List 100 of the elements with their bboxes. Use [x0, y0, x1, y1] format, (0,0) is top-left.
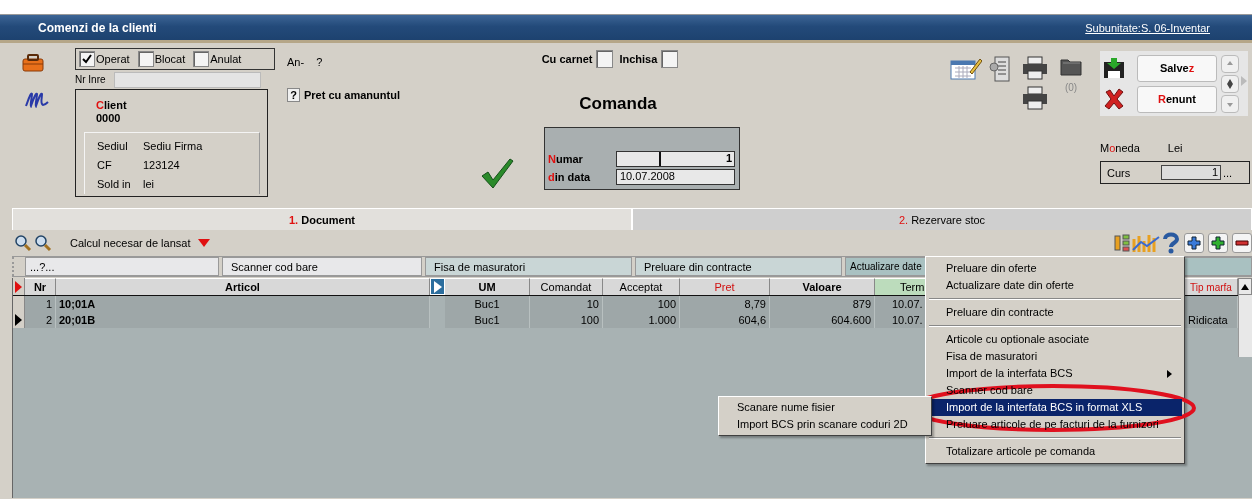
table-cell: 1.000: [603, 312, 680, 328]
column-header[interactable]: Acceptat: [603, 278, 680, 295]
add-button[interactable]: [1184, 233, 1204, 253]
rate-more-button[interactable]: ...: [1223, 166, 1233, 179]
checkbox-label: Operat: [96, 53, 130, 65]
tab[interactable]: 1. Document: [12, 208, 632, 230]
date-field[interactable]: 10.07.2008: [615, 169, 735, 185]
table-cell: 100: [530, 312, 603, 328]
numar-field[interactable]: 1: [615, 151, 735, 167]
tree-icon[interactable]: [1114, 234, 1130, 252]
table-cell: 604.600: [770, 312, 875, 328]
calendar-edit-icon[interactable]: [950, 56, 982, 80]
window-title: Comenzi de la clienti: [38, 20, 157, 35]
column-header[interactable]: Pret: [680, 278, 770, 295]
column-marker-icon[interactable]: [430, 278, 445, 295]
table-cell: 10;01A: [56, 296, 430, 312]
checkbox-label: Blocat: [154, 53, 186, 65]
menu-item[interactable]: Scanare nume fisier: [721, 399, 929, 416]
checkbox[interactable]: [193, 51, 210, 67]
table-cell: 20;01B: [56, 312, 430, 328]
numar-label: Numar: [548, 153, 584, 165]
save-button[interactable]: Salvez: [1137, 54, 1217, 82]
detail-label: Sold in: [97, 177, 132, 190]
client-code: 0000: [96, 112, 122, 124]
table-cell: 10: [530, 296, 603, 312]
toolbox-icon[interactable]: [22, 54, 44, 72]
column-header[interactable]: Valoare: [770, 278, 875, 295]
chart-icon[interactable]: [1132, 233, 1160, 253]
currency-label: Moneda: [1100, 142, 1140, 154]
row-selector[interactable]: [13, 312, 25, 328]
printer-icon[interactable]: [1022, 56, 1048, 80]
column-header[interactable]: Comandat: [530, 278, 603, 295]
price-flag-button[interactable]: ?: [287, 88, 300, 102]
help-icon[interactable]: [1162, 232, 1180, 254]
table-cell: 100: [603, 296, 680, 312]
cross-icon: [1103, 88, 1125, 110]
currency-value: Lei: [1167, 142, 1183, 154]
rate-field[interactable]: 1: [1161, 165, 1221, 180]
table-cell: 2: [25, 312, 56, 328]
plus-icon: [1187, 236, 1201, 250]
menu-item[interactable]: Fisa de masuratori: [928, 348, 1182, 365]
calc-dropdown-label[interactable]: Calcul necesar de lansat: [70, 237, 191, 249]
up-arrow-icon: [1241, 283, 1249, 290]
column-header[interactable]: UM: [445, 278, 530, 295]
checkbox[interactable]: [79, 51, 95, 67]
table-cell: Ridicata: [1185, 312, 1238, 328]
checkmark-icon: [480, 156, 514, 190]
client-label: Client: [96, 99, 128, 111]
menu-item[interactable]: Totalizare articole pe comanda: [928, 443, 1182, 460]
subunit-link[interactable]: Subunitate:S. 06-Inventar: [1085, 21, 1210, 34]
checkbox[interactable]: [661, 50, 679, 68]
date-label: din data: [548, 171, 592, 183]
column-header[interactable]: Nr: [25, 278, 56, 295]
diamond-icon: [1225, 78, 1235, 89]
quick-action-button[interactable]: Preluare din contracte: [635, 257, 842, 276]
plus-icon: [1211, 236, 1225, 250]
zoom-icon[interactable]: [14, 234, 32, 252]
add-button[interactable]: [1208, 233, 1228, 253]
table-cell: [1185, 296, 1238, 312]
quick-action-button[interactable]: Fisa de masuratori: [425, 257, 632, 276]
checkbox-label: Anulat: [210, 53, 242, 65]
floppy-icon: [1103, 57, 1125, 79]
tab[interactable]: 2. Rezervare stoc: [632, 208, 1252, 230]
quick-action-button[interactable]: ...?...: [25, 257, 219, 276]
detail-value: Sediu Firma: [143, 139, 203, 152]
document-gear-icon[interactable]: [988, 56, 1010, 82]
menu-item[interactable]: Articole cu optionale asociate: [928, 331, 1182, 348]
zoom-icon[interactable]: [34, 234, 52, 252]
nr-inre-label: Nr Inre: [75, 74, 106, 85]
submenu-arrow-icon: [1167, 370, 1172, 378]
nr-inre-field[interactable]: [113, 71, 261, 88]
menu-item[interactable]: Preluare din oferte: [928, 260, 1182, 277]
column-header[interactable]: Articol: [56, 278, 430, 295]
retail-price-label: Pret cu amanuntul: [304, 89, 400, 101]
table-cell: 879: [770, 296, 875, 312]
menu-item[interactable]: Actualizare date din oferte: [928, 277, 1182, 294]
menu-item[interactable]: Import de la interfata BCS: [928, 365, 1182, 382]
move-button[interactable]: [1221, 74, 1239, 93]
flag-label: Cu carnet: [541, 53, 593, 65]
detail-value: lei: [143, 177, 154, 190]
checkbox[interactable]: [137, 51, 154, 67]
column-header[interactable]: Tip marfa: [1185, 278, 1238, 295]
table-cell: 1: [25, 296, 56, 312]
an-label: An-: [287, 56, 305, 68]
scroll-up-button[interactable]: [1238, 278, 1252, 295]
folder-icon[interactable]: [1060, 56, 1082, 76]
cancel-button[interactable]: Renunt: [1137, 85, 1217, 113]
table-cell: Buc1: [445, 296, 530, 312]
remove-button[interactable]: [1232, 233, 1252, 253]
script-m-icon[interactable]: [24, 90, 50, 108]
printer-icon[interactable]: [1022, 86, 1048, 110]
menu-item[interactable]: Import BCS prin scanare coduri 2D: [721, 416, 929, 433]
detail-label: Sediul: [97, 139, 129, 152]
dropdown-arrow-icon[interactable]: [198, 239, 211, 247]
row-marker-icon: [13, 278, 25, 295]
rate-label: Curs: [1107, 166, 1132, 179]
quick-action-button[interactable]: Scanner cod bare: [222, 257, 422, 276]
attachment-count: (0): [1064, 82, 1078, 93]
up-arrow-icon: [1226, 59, 1234, 68]
checkbox[interactable]: [596, 50, 614, 68]
